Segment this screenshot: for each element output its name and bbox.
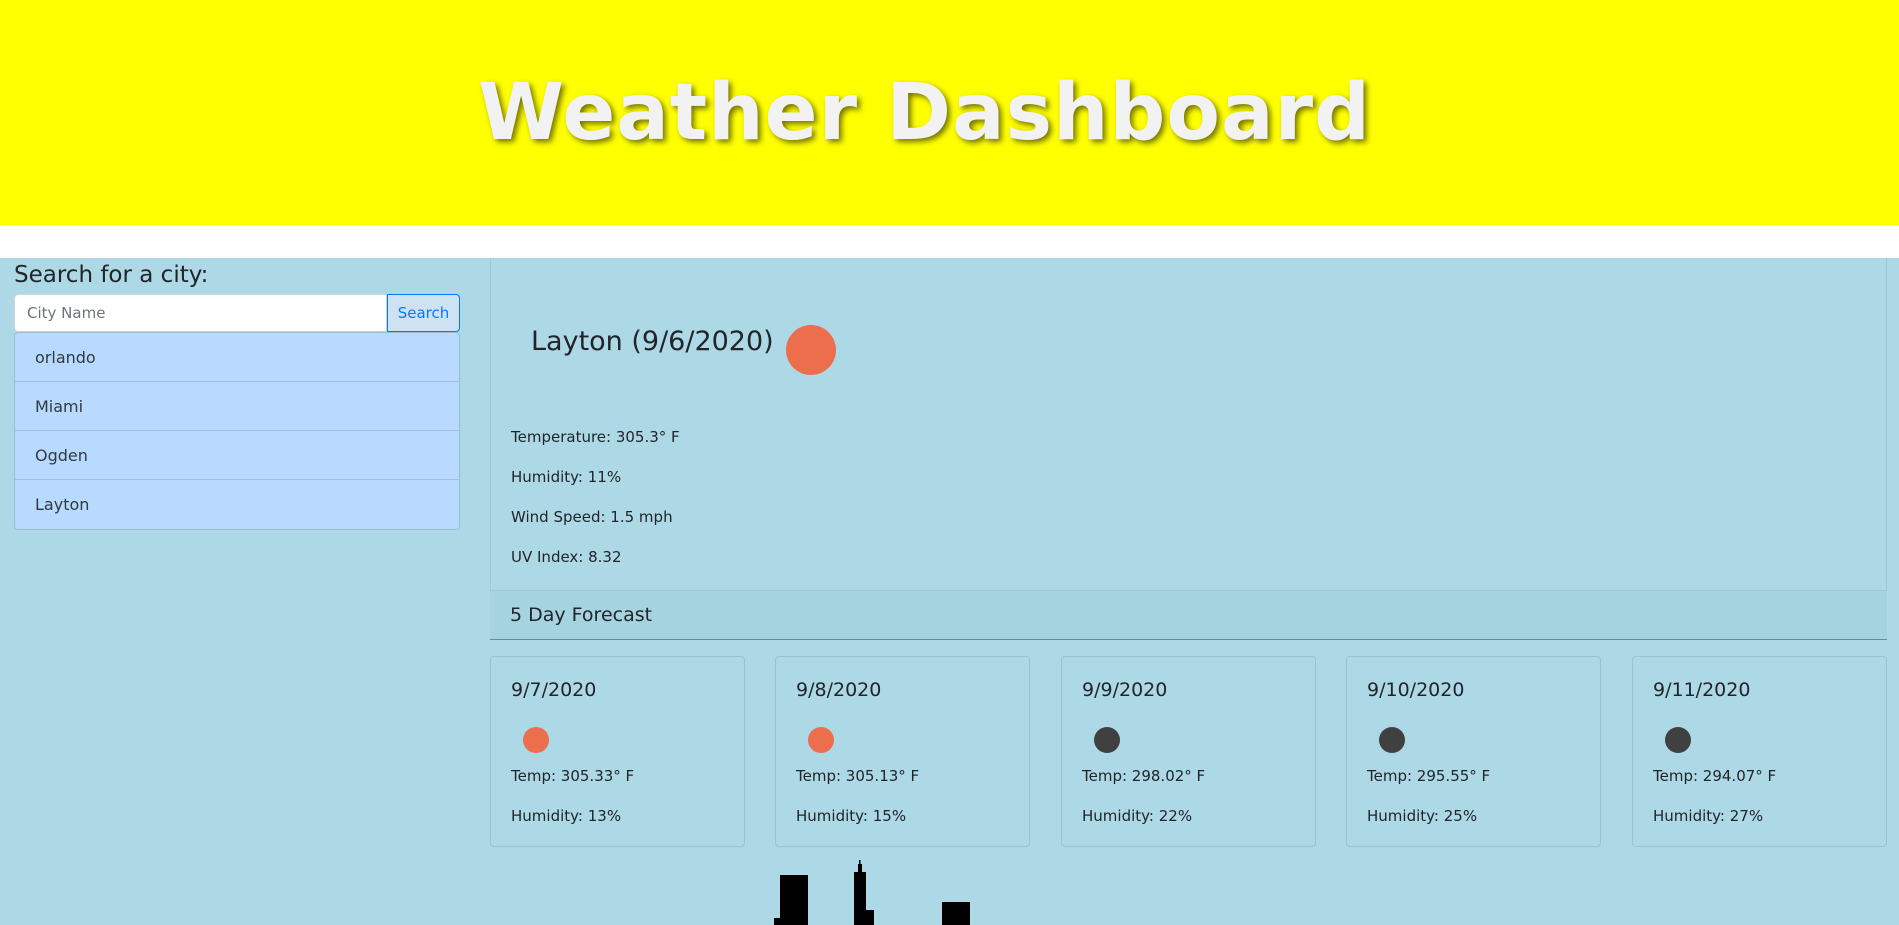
forecast-date: 9/11/2020	[1653, 679, 1751, 701]
page-title: Weather Dashboard	[478, 67, 1371, 158]
history-item-miami[interactable]: Miami	[15, 382, 459, 431]
cloud-icon	[1094, 727, 1120, 753]
current-temperature: Temperature: 305.3° F	[511, 428, 680, 446]
cloud-icon	[1665, 727, 1691, 753]
current-uv-index: UV Index: 8.32	[511, 548, 622, 566]
sun-icon	[523, 727, 549, 753]
forecast-date: 9/8/2020	[796, 679, 882, 701]
forecast-humidity: Humidity: 13%	[511, 807, 622, 825]
forecast-card: 9/7/2020 Temp: 305.33° F Humidity: 13%	[490, 656, 745, 847]
sun-icon	[808, 727, 834, 753]
forecast-date: 9/10/2020	[1367, 679, 1465, 701]
forecast-humidity: Humidity: 22%	[1082, 807, 1193, 825]
search-label: Search for a city:	[14, 262, 209, 288]
forecast-heading: 5 Day Forecast	[490, 591, 1887, 640]
forecast-date: 9/9/2020	[1082, 679, 1168, 701]
forecast-temp: Temp: 295.55° F	[1367, 767, 1491, 785]
forecast-date: 9/7/2020	[511, 679, 597, 701]
current-wind-speed: Wind Speed: 1.5 mph	[511, 508, 673, 526]
forecast-card: 9/9/2020 Temp: 298.02° F Humidity: 22%	[1061, 656, 1316, 847]
current-city-title: Layton (9/6/2020)	[531, 326, 774, 357]
forecast-temp: Temp: 298.02° F	[1082, 767, 1206, 785]
forecast-humidity: Humidity: 27%	[1653, 807, 1764, 825]
forecast-card: 9/10/2020 Temp: 295.55° F Humidity: 25%	[1346, 656, 1601, 847]
current-weather-panel: Layton (9/6/2020) Temperature: 305.3° F …	[490, 258, 1887, 591]
forecast-temp: Temp: 305.13° F	[796, 767, 920, 785]
city-skyline-image	[774, 860, 970, 925]
search-history-list: orlando Miami Ogden Layton	[14, 332, 460, 530]
forecast-temp: Temp: 294.07° F	[1653, 767, 1777, 785]
forecast-temp: Temp: 305.33° F	[511, 767, 635, 785]
forecast-card: 9/11/2020 Temp: 294.07° F Humidity: 27%	[1632, 656, 1887, 847]
cloud-icon	[1379, 727, 1405, 753]
history-item-ogden[interactable]: Ogden	[15, 431, 459, 480]
forecast-humidity: Humidity: 25%	[1367, 807, 1478, 825]
forecast-humidity: Humidity: 15%	[796, 807, 907, 825]
search-row: Search	[14, 294, 460, 332]
search-sidebar: Search for a city: Search orlando Miami …	[14, 258, 460, 530]
current-humidity: Humidity: 11%	[511, 468, 622, 486]
search-button[interactable]: Search	[387, 294, 460, 332]
forecast-card: 9/8/2020 Temp: 305.13° F Humidity: 15%	[775, 656, 1030, 847]
history-item-layton[interactable]: Layton	[15, 480, 459, 529]
city-search-input[interactable]	[14, 294, 387, 332]
header-divider	[0, 225, 1899, 258]
history-item-orlando[interactable]: orlando	[15, 333, 459, 382]
header-banner: Weather Dashboard	[0, 0, 1899, 225]
sun-icon	[786, 325, 836, 375]
